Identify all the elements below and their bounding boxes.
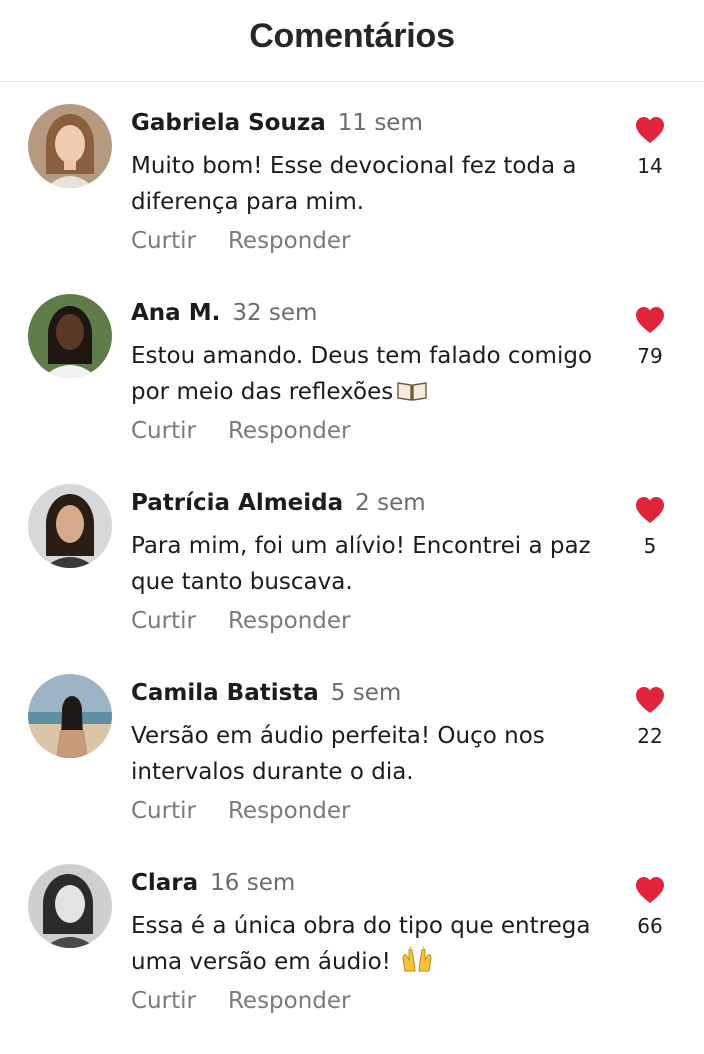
comment-text: Muito bom! Esse devocional fez toda a di… [131,153,577,215]
comment-author[interactable]: Ana M. [131,300,220,326]
comment-item: Ana M. 32 sem Estou amando. Deus tem fal… [0,294,704,484]
comment-author[interactable]: Clara [131,870,198,896]
avatar[interactable] [28,674,112,758]
comment-text: Estou amando. Deus tem falado comigo por… [131,343,593,405]
heart-icon[interactable] [635,116,665,144]
like-count: 79 [637,344,663,368]
like-comment-button[interactable]: Curtir [131,988,196,1014]
open-book-icon [397,376,427,401]
avatar[interactable] [28,104,112,188]
like-count: 22 [637,724,663,748]
comment-text: Versão em áudio perfeita! Ouço nos inter… [131,723,545,785]
avatar[interactable] [28,864,112,948]
comment-time: 32 sem [232,300,318,326]
reply-button[interactable]: Responder [228,608,351,634]
heart-icon[interactable] [635,686,665,714]
comment-author[interactable]: Camila Batista [131,680,319,706]
like-count: 66 [637,914,663,938]
raising-hands-icon [401,946,433,972]
avatar[interactable] [28,484,112,568]
reply-button[interactable]: Responder [228,228,351,254]
comment-author[interactable]: Patrícia Almeida [131,490,343,516]
reply-button[interactable]: Responder [228,988,351,1014]
heart-icon[interactable] [635,876,665,904]
like-count: 14 [637,154,663,178]
comment-time: 11 sem [337,110,423,136]
comment-item: Clara 16 sem Essa é a única obra do tipo… [0,864,704,1054]
heart-icon[interactable] [635,306,665,334]
like-comment-button[interactable]: Curtir [131,608,196,634]
like-count: 5 [643,534,657,558]
comment-author[interactable]: Gabriela Souza [131,110,326,136]
avatar[interactable] [28,294,112,378]
header: Comentários [0,0,704,82]
reply-button[interactable]: Responder [228,418,351,444]
comment-text: Essa é a única obra do tipo que entrega … [131,913,591,975]
reply-button[interactable]: Responder [228,798,351,824]
comment-item: Gabriela Souza 11 sem Muito bom! Esse de… [0,104,704,294]
comment-item: Patrícia Almeida 2 sem Para mim, foi um … [0,484,704,674]
page-title: Comentários [249,17,455,55]
heart-icon[interactable] [635,496,665,524]
like-comment-button[interactable]: Curtir [131,798,196,824]
comment-time: 16 sem [210,870,296,896]
comment-item: Camila Batista 5 sem Versão em áudio per… [0,674,704,864]
comment-time: 2 sem [355,490,426,516]
like-comment-button[interactable]: Curtir [131,228,196,254]
like-comment-button[interactable]: Curtir [131,418,196,444]
comment-text: Para mim, foi um alívio! Encontrei a paz… [131,533,591,595]
comment-time: 5 sem [330,680,402,706]
